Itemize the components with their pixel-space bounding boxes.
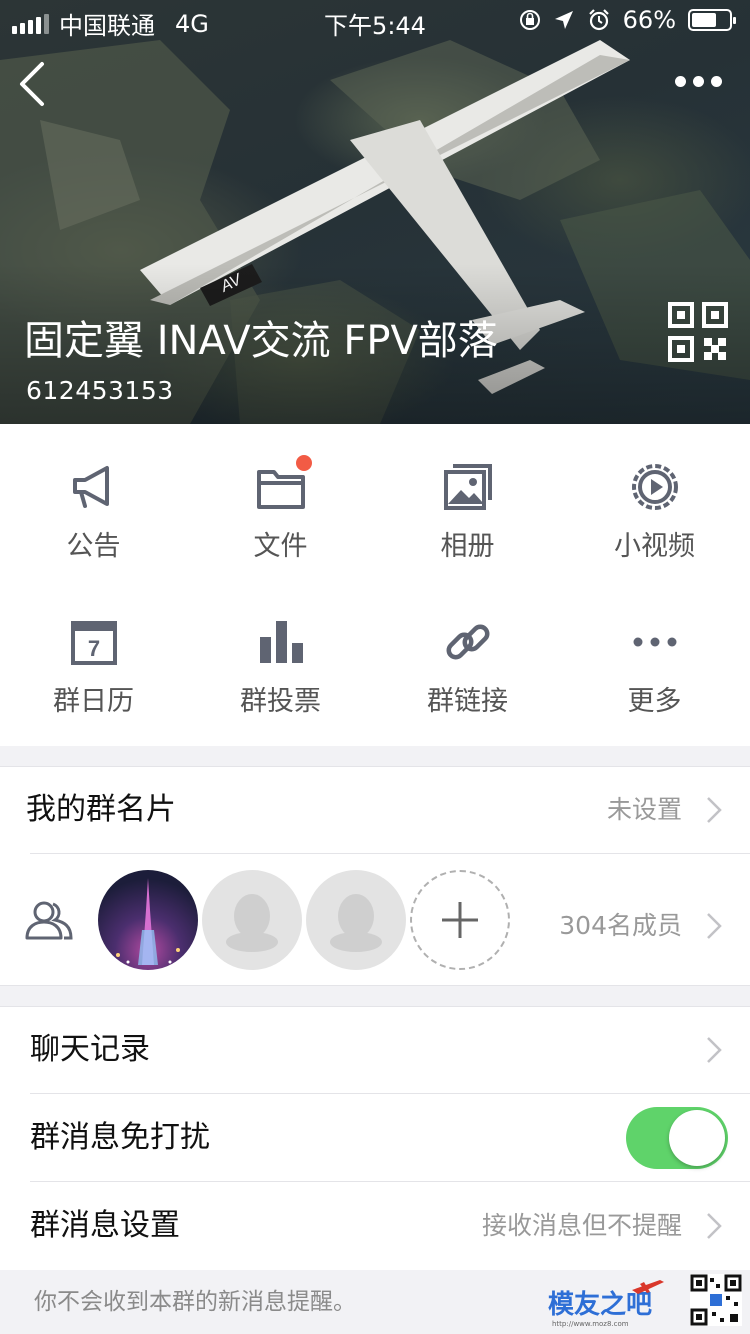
link-icon	[446, 624, 489, 660]
do-not-disturb-row: 群消息免打扰	[0, 1094, 750, 1182]
settings-section: 聊天记录 群消息免打扰 群消息设置 接收消息但不提醒	[0, 1006, 750, 1270]
feature-files[interactable]: 文件	[187, 424, 374, 574]
plane-marking: AV	[217, 271, 245, 296]
bar-chart-icon	[259, 621, 303, 663]
battery-percent: 66%	[622, 6, 676, 34]
alarm-icon	[588, 9, 609, 31]
feature-label: 相册	[440, 531, 495, 562]
row-value: 未设置	[606, 795, 682, 824]
airplane-logo-icon	[632, 1280, 664, 1294]
feature-vote[interactable]: 群投票	[187, 579, 374, 729]
megaphone-icon	[72, 466, 109, 508]
feature-label: 群链接	[427, 686, 508, 717]
feature-album[interactable]: 相册	[374, 424, 561, 574]
feature-label: 更多	[627, 686, 682, 717]
site-watermark: 模友之吧 http://www.moz8.com	[548, 1276, 668, 1330]
my-group-card-row[interactable]: 我的群名片 未设置	[0, 766, 750, 854]
message-settings-row[interactable]: 群消息设置 接收消息但不提醒	[0, 1182, 750, 1270]
feature-more[interactable]: 更多	[561, 579, 748, 729]
plus-icon	[442, 902, 478, 938]
calendar-day: 7	[87, 636, 99, 661]
folder-icon	[256, 470, 305, 509]
location-icon	[554, 11, 573, 29]
feature-announcement[interactable]: 公告	[0, 424, 187, 574]
battery-icon	[688, 9, 736, 31]
group-id: 612453153	[26, 376, 174, 405]
more-options-button[interactable]	[675, 76, 722, 87]
feature-grid: 公告 文件 相册 小视频 7 群日历 群投票 群链接 更多	[0, 424, 750, 746]
status-bar: 中国联通 4G 下午5:44 66%	[0, 0, 750, 40]
new-file-badge	[296, 455, 312, 471]
footer-note: 你不会收到本群的新消息提醒。	[34, 1289, 356, 1315]
row-title: 我的群名片	[26, 792, 176, 827]
chat-history-row[interactable]: 聊天记录	[0, 1006, 750, 1094]
watermark-url: http://www.moz8.com	[552, 1320, 629, 1328]
chevron-right-icon	[707, 913, 722, 939]
group-name: 固定翼 INAV交流 FPV部落	[24, 318, 498, 364]
chevron-right-icon	[707, 1213, 722, 1239]
feature-label: 群日历	[53, 686, 134, 717]
row-value: 接收消息但不提醒	[481, 1211, 682, 1240]
feature-label: 小视频	[614, 531, 695, 562]
add-member-button[interactable]	[410, 870, 510, 970]
member-avatar[interactable]	[306, 870, 406, 970]
back-button[interactable]	[14, 58, 54, 110]
video-play-icon	[631, 464, 678, 510]
chevron-right-icon	[707, 797, 722, 823]
do-not-disturb-toggle[interactable]	[626, 1107, 728, 1169]
photo-album-icon	[443, 464, 492, 510]
feature-group-link[interactable]: 群链接	[374, 579, 561, 729]
feature-short-video[interactable]: 小视频	[561, 424, 748, 574]
row-title: 聊天记录	[30, 1032, 150, 1067]
chevron-right-icon	[707, 1037, 722, 1063]
member-avatar[interactable]	[202, 870, 302, 970]
member-avatar[interactable]	[98, 870, 198, 970]
default-avatar-icon	[330, 894, 382, 952]
row-title: 群消息设置	[30, 1208, 180, 1243]
group-profile-page: AV 中国联通 4G 下午5:44 66% 固定翼 INAV交流 FPV部落 6…	[0, 0, 750, 1334]
default-avatar-icon	[226, 894, 278, 952]
feature-label: 群投票	[240, 686, 321, 717]
battery-level	[692, 13, 716, 27]
feature-calendar[interactable]: 7 群日历	[0, 579, 187, 729]
feature-label: 公告	[66, 531, 121, 562]
group-cover: AV 中国联通 4G 下午5:44 66% 固定翼 INAV交流 FPV部落 6…	[0, 0, 750, 424]
member-count: 304名成员	[559, 911, 682, 940]
calendar-icon: 7	[70, 621, 117, 665]
rotation-lock-icon	[519, 10, 540, 30]
watermark-qr-icon	[690, 1274, 742, 1326]
row-title: 群消息免打扰	[30, 1120, 210, 1155]
more-dots-icon	[633, 637, 676, 647]
feature-label: 文件	[253, 531, 308, 562]
qr-code-button[interactable]	[668, 302, 728, 362]
